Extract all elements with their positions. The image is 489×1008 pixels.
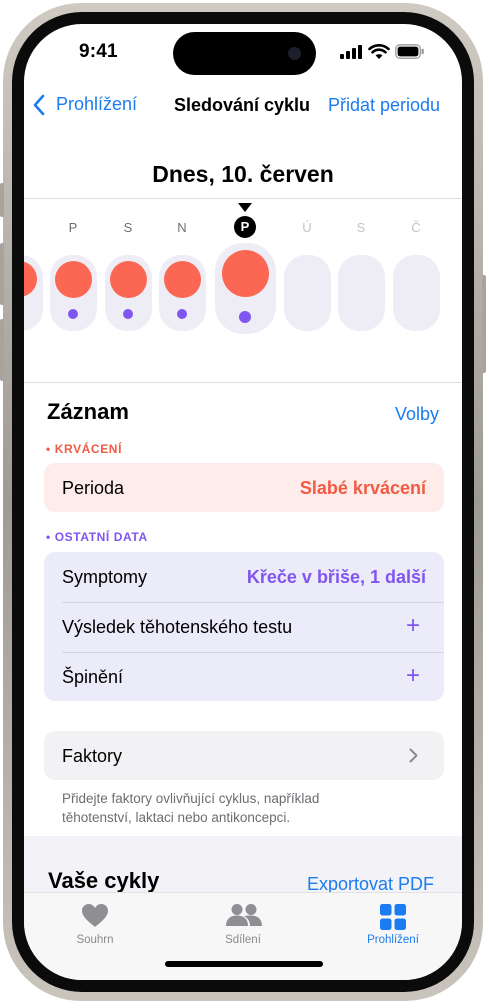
bleeding-header-text: KRVÁCENÍ bbox=[54, 442, 123, 456]
spotting-row[interactable]: Špinění + bbox=[44, 653, 444, 701]
screen: 9:41 Prohlížení Sledování cyklu Přidat p… bbox=[24, 24, 462, 980]
action-button bbox=[0, 183, 4, 217]
symptom-dot bbox=[239, 311, 251, 323]
calendar-day-letter: N bbox=[177, 220, 187, 235]
factors-note-line: Přidejte faktory ovlivňující cyklus, nap… bbox=[62, 791, 320, 806]
factors-label: Faktory bbox=[62, 746, 123, 766]
calendar-day[interactable] bbox=[337, 255, 385, 331]
calendar-day[interactable] bbox=[283, 255, 331, 331]
period-flow-marker bbox=[163, 260, 201, 298]
tab-bar: Souhrn Sdílení Prohlížení bbox=[24, 892, 462, 980]
calendar-day-letter: P bbox=[68, 220, 78, 235]
today-indicator-icon bbox=[238, 199, 252, 217]
bleeding-value: Slabé krvácení bbox=[299, 478, 426, 498]
add-spotting-icon[interactable]: + bbox=[406, 662, 420, 690]
add-pregnancy-test-icon[interactable]: + bbox=[406, 612, 420, 640]
volume-down-button bbox=[0, 319, 4, 381]
symptoms-label: Symptomy bbox=[62, 567, 148, 587]
options-button[interactable]: Volby bbox=[395, 404, 439, 425]
pregnancy-test-label: Výsledek těhotenského testu bbox=[62, 617, 293, 637]
calendar-day-letter: S bbox=[356, 220, 366, 235]
tab-summary[interactable]: Souhrn bbox=[50, 893, 140, 953]
phone-frame: 9:41 Prohlížení Sledování cyklu Přidat p… bbox=[0, 3, 486, 1001]
symptom-dot bbox=[177, 309, 187, 319]
other-data-header: • OSTATNÍ DATA bbox=[46, 530, 148, 544]
camera-icon bbox=[288, 47, 301, 60]
grid-icon bbox=[380, 904, 406, 935]
today-letter-circle: P bbox=[234, 216, 256, 238]
other-data-card: Symptomy Křeče v břiše, 1 další Výsledek… bbox=[44, 552, 444, 701]
period-flow-marker bbox=[54, 260, 92, 298]
symptoms-row[interactable]: Symptomy Křeče v břiše, 1 další bbox=[44, 552, 444, 602]
bleeding-label: Perioda bbox=[62, 478, 125, 498]
calendar-day-letter: Č bbox=[411, 220, 421, 235]
chevron-left-icon[interactable] bbox=[32, 93, 46, 122]
calendar-day-letter: Ú bbox=[302, 220, 312, 235]
heart-icon bbox=[81, 903, 109, 933]
add-period-button[interactable]: Přidat periodu bbox=[328, 95, 440, 116]
home-indicator bbox=[165, 961, 323, 967]
factors-note-line: těhotenství, laktaci nebo antikoncepci. bbox=[62, 810, 291, 825]
calendar-day-letter: S bbox=[123, 220, 133, 235]
back-button[interactable]: Prohlížení bbox=[56, 94, 137, 115]
side-button bbox=[482, 275, 486, 373]
chevron-right-icon bbox=[409, 748, 418, 768]
period-flow-marker bbox=[221, 249, 269, 297]
bleeding-row[interactable]: Perioda Slabé krvácení bbox=[44, 463, 444, 512]
bezel: 9:41 Prohlížení Sledování cyklu Přidat p… bbox=[12, 12, 474, 992]
nav-title: Sledování cyklu bbox=[174, 95, 311, 115]
other-data-header-text: OSTATNÍ DATA bbox=[54, 530, 148, 544]
record-title: Záznam bbox=[47, 399, 129, 424]
symptoms-value: Křeče v břiše, 1 další bbox=[246, 567, 426, 587]
cycles-title: Vaše cykly bbox=[48, 868, 160, 893]
calendar-day[interactable] bbox=[392, 255, 440, 331]
wifi-icon bbox=[368, 44, 390, 65]
battery-icon bbox=[395, 44, 425, 64]
status-time: 9:41 bbox=[79, 41, 118, 62]
bleeding-header: • KRVÁCENÍ bbox=[46, 442, 123, 456]
volume-up-button bbox=[0, 243, 4, 305]
people-icon bbox=[226, 903, 262, 932]
pregnancy-test-row[interactable]: Výsledek těhotenského testu + bbox=[44, 603, 444, 652]
spotting-label: Špinění bbox=[62, 667, 124, 687]
symptom-dot bbox=[68, 309, 78, 319]
tab-label: Sdílení bbox=[225, 934, 261, 946]
calendar-day-letter: Č bbox=[24, 220, 34, 235]
tab-label: Souhrn bbox=[76, 934, 114, 946]
tab-label: Prohlížení bbox=[367, 934, 419, 946]
tab-browse[interactable]: Prohlížení bbox=[348, 893, 438, 953]
factors-note: Přidejte faktory ovlivňující cyklus, nap… bbox=[62, 789, 319, 827]
divider bbox=[24, 382, 462, 383]
date-title: Dnes, 10. červen bbox=[152, 161, 334, 187]
tab-sharing[interactable]: Sdílení bbox=[198, 893, 288, 953]
signal-icon bbox=[340, 45, 364, 64]
period-flow-marker bbox=[109, 260, 147, 298]
factors-row[interactable]: Faktory bbox=[44, 731, 444, 780]
symptom-dot bbox=[123, 309, 133, 319]
